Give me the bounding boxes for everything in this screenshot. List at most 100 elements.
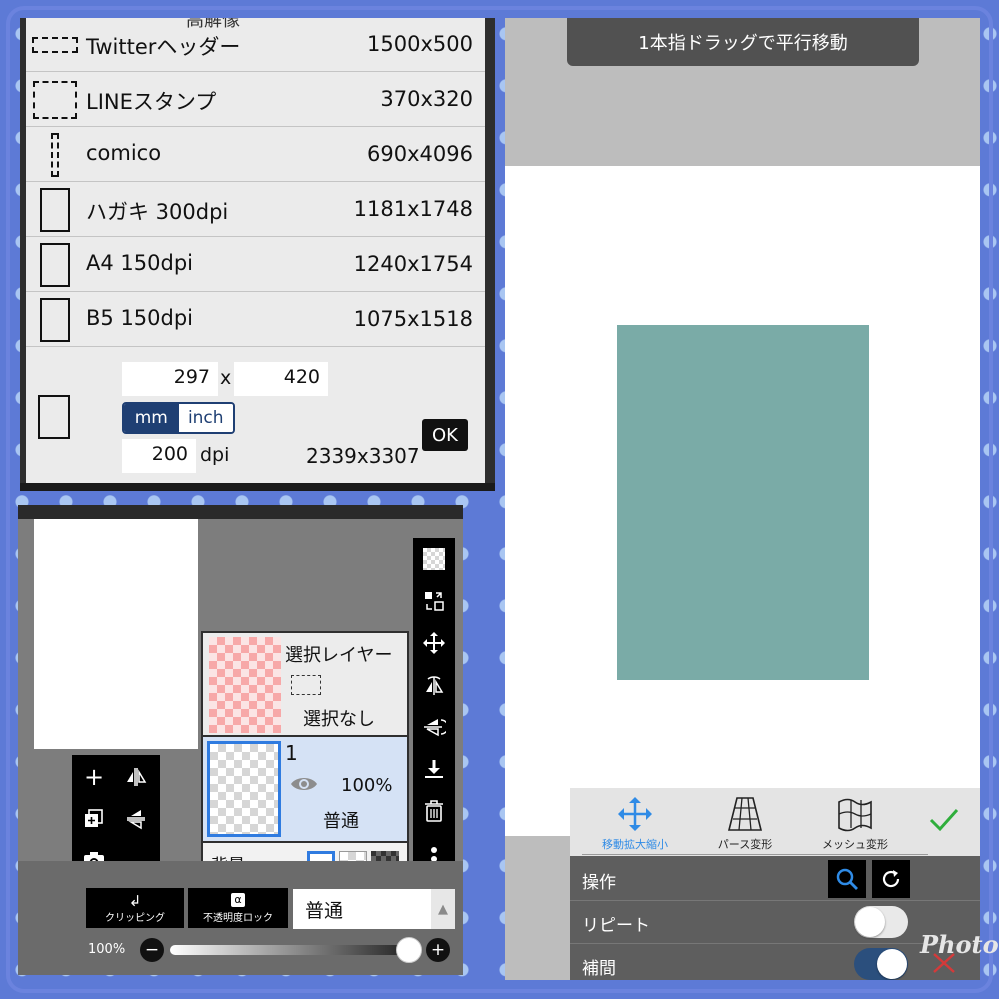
dashed-square-icon: [30, 77, 80, 123]
transform-panel: 移動拡大縮小 パース変形 メッシュ変形 操作 リピート 補間: [570, 788, 980, 980]
rotate-button[interactable]: [872, 860, 910, 898]
preset-dims: 690x4096: [367, 142, 473, 166]
layer-blend-mode: 普通: [323, 811, 359, 832]
flip-vertical-icon[interactable]: [413, 706, 455, 748]
tab-perspective[interactable]: パース変形: [690, 796, 800, 854]
repeat-toggle[interactable]: [854, 906, 908, 938]
preset-name: LINEスタンプ: [86, 90, 217, 114]
portrait-rect-icon: [30, 297, 80, 343]
dashed-wide-rect-icon: [30, 22, 80, 68]
mesh-warp-icon: [838, 798, 872, 832]
clipping-arrow-icon: ↲: [128, 891, 142, 910]
tab-underline: [582, 854, 928, 855]
interpolate-row: 補間: [570, 944, 980, 980]
tab-label: パース変形: [717, 838, 773, 851]
interpolate-label: 補間: [582, 959, 616, 979]
preset-name: comico: [86, 141, 162, 165]
blend-mode-select[interactable]: 普通 ▲: [293, 889, 455, 929]
height-input[interactable]: 420: [234, 362, 328, 396]
dropdown-arrow-icon[interactable]: ▲: [431, 889, 455, 929]
canvas-preview: [34, 519, 198, 749]
alpha-lock-icon: α: [231, 892, 245, 907]
operation-label: 操作: [582, 873, 616, 893]
lock-alpha-label: 不透明度ロック: [203, 912, 273, 924]
canvas-size-panel: 高解像 Twitterヘッダー 1500x500 LINEスタンプ 370x32…: [20, 18, 495, 491]
top-bar: [18, 505, 463, 519]
flip-vertical-icon[interactable]: [116, 799, 156, 839]
transform-tabs: 移動拡大縮小 パース変形 メッシュ変形: [570, 788, 980, 856]
trash-icon[interactable]: [413, 790, 455, 832]
layer-number: 1: [285, 741, 298, 765]
width-input[interactable]: 297: [122, 362, 218, 396]
preset-row-line-stamp[interactable]: LINEスタンプ 370x320: [26, 73, 485, 127]
preset-row-comico[interactable]: comico 690x4096: [26, 128, 485, 182]
interpolate-toggle[interactable]: [854, 948, 908, 980]
merge-down-icon[interactable]: [413, 748, 455, 790]
selection-status: 選択なし: [303, 709, 375, 730]
bottom-strip: [20, 483, 495, 491]
preset-name: Twitterヘッダー: [86, 35, 241, 59]
opacity-slider-track[interactable]: [170, 945, 410, 955]
dashed-tall-rect-icon: [30, 132, 80, 178]
dpi-input[interactable]: 200: [122, 439, 196, 473]
portrait-rect-icon: [30, 187, 80, 233]
portrait-rect-icon: [38, 395, 70, 439]
preset-row-twitter-header[interactable]: Twitterヘッダー 1500x500: [26, 18, 485, 72]
transform-screen: 1本指ドラッグで平行移動 移動拡大縮小 パース変形 メッシュ変形 操作 リピート…: [505, 18, 980, 980]
magnify-button[interactable]: [828, 860, 866, 898]
selection-layer[interactable]: 選択レイヤー 選択なし: [203, 633, 407, 737]
unit-toggle[interactable]: mm inch: [122, 402, 235, 434]
lock-alpha-button[interactable]: α 不透明度ロック: [188, 888, 288, 928]
preset-name: B5 150dpi: [86, 306, 194, 330]
unit-inch-button[interactable]: inch: [178, 404, 233, 432]
add-layer-icon[interactable]: +: [74, 757, 114, 797]
preset-dims: 1181x1748: [353, 197, 473, 221]
repeat-row: リピート: [570, 901, 980, 943]
preset-row-a4[interactable]: A4 150dpi 1240x1754: [26, 238, 485, 292]
layers-panel: + 選択レイヤー 選択なし 1 100% 普通 ↲ クリッピング α 不透明度ロ…: [18, 505, 463, 975]
ok-button[interactable]: OK: [422, 419, 468, 451]
selection-layer-thumb: [209, 637, 281, 733]
preset-row-b5[interactable]: B5 150dpi 1075x1518: [26, 293, 485, 347]
tab-mesh[interactable]: メッシュ変形: [800, 796, 910, 854]
preset-row-postcard[interactable]: ハガキ 300dpi 1181x1748: [26, 183, 485, 237]
portrait-rect-icon: [30, 242, 80, 288]
selection-layer-title: 選択レイヤー: [285, 645, 393, 666]
duplicate-layer-icon[interactable]: [74, 799, 114, 839]
clipping-button[interactable]: ↲ クリッピング: [86, 888, 184, 928]
layer-1-row[interactable]: 1 100% 普通: [203, 737, 407, 841]
blend-mode-value: 普通: [305, 900, 344, 922]
unit-mm-button[interactable]: mm: [124, 404, 179, 432]
repeat-label: リピート: [582, 916, 650, 936]
search-icon: [836, 868, 858, 890]
opacity-slider-knob[interactable]: [396, 937, 422, 963]
opacity-slider-row: 100% − +: [18, 935, 463, 965]
dpi-label: dpi: [200, 444, 230, 466]
checker-icon[interactable]: [413, 538, 455, 580]
preset-dims: 370x320: [380, 87, 473, 111]
opacity-minus-button[interactable]: −: [140, 938, 164, 962]
operation-row: 操作: [570, 858, 980, 900]
layer-1-thumb: [207, 741, 281, 837]
canvas-content[interactable]: [617, 325, 869, 680]
hint-toast: 1本指ドラッグで平行移動: [567, 18, 919, 66]
close-x-icon[interactable]: [930, 950, 958, 976]
layer-side-toolbar: [413, 538, 455, 885]
clipping-label: クリッピング: [105, 912, 165, 924]
tab-move-scale[interactable]: 移動拡大縮小: [580, 796, 690, 854]
tab-label: 移動拡大縮小: [602, 838, 668, 851]
custom-size-section: 297 x 420 mm inch 200 dpi 2339x3307 OK: [26, 355, 485, 491]
rotate-icon: [882, 870, 900, 888]
move-icon[interactable]: [413, 622, 455, 664]
preset-name: ハガキ 300dpi: [86, 200, 229, 224]
flip-horizontal-icon[interactable]: [413, 664, 455, 706]
flip-horizontal-icon[interactable]: [116, 757, 156, 797]
opacity-plus-button[interactable]: +: [426, 938, 450, 962]
eye-icon[interactable]: [289, 773, 319, 799]
pixel-result: 2339x3307: [306, 444, 420, 468]
check-icon[interactable]: [928, 806, 960, 838]
times-label: x: [220, 367, 232, 389]
perspective-grid-icon: [727, 797, 763, 831]
preset-name: A4 150dpi: [86, 251, 193, 275]
swap-layer-icon[interactable]: [413, 580, 455, 622]
